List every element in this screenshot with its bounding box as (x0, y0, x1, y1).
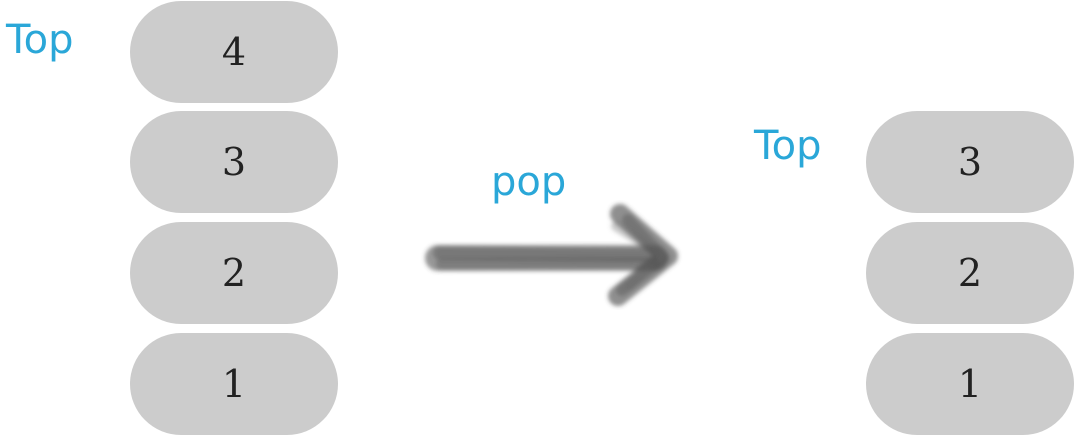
before-stack-item: 1 (130, 333, 338, 435)
before-top-label: Top (6, 17, 74, 63)
after-stack-item: 1 (866, 333, 1074, 435)
operation-label: pop (491, 159, 567, 205)
after-top-label: Top (754, 123, 822, 169)
before-stack-item: 3 (130, 111, 338, 213)
right-arrow-icon (425, 204, 678, 306)
after-stack-item: 3 (866, 111, 1074, 213)
before-stack-item: 2 (130, 222, 338, 324)
after-stack-item: 2 (866, 222, 1074, 324)
before-stack-item: 4 (130, 1, 338, 103)
